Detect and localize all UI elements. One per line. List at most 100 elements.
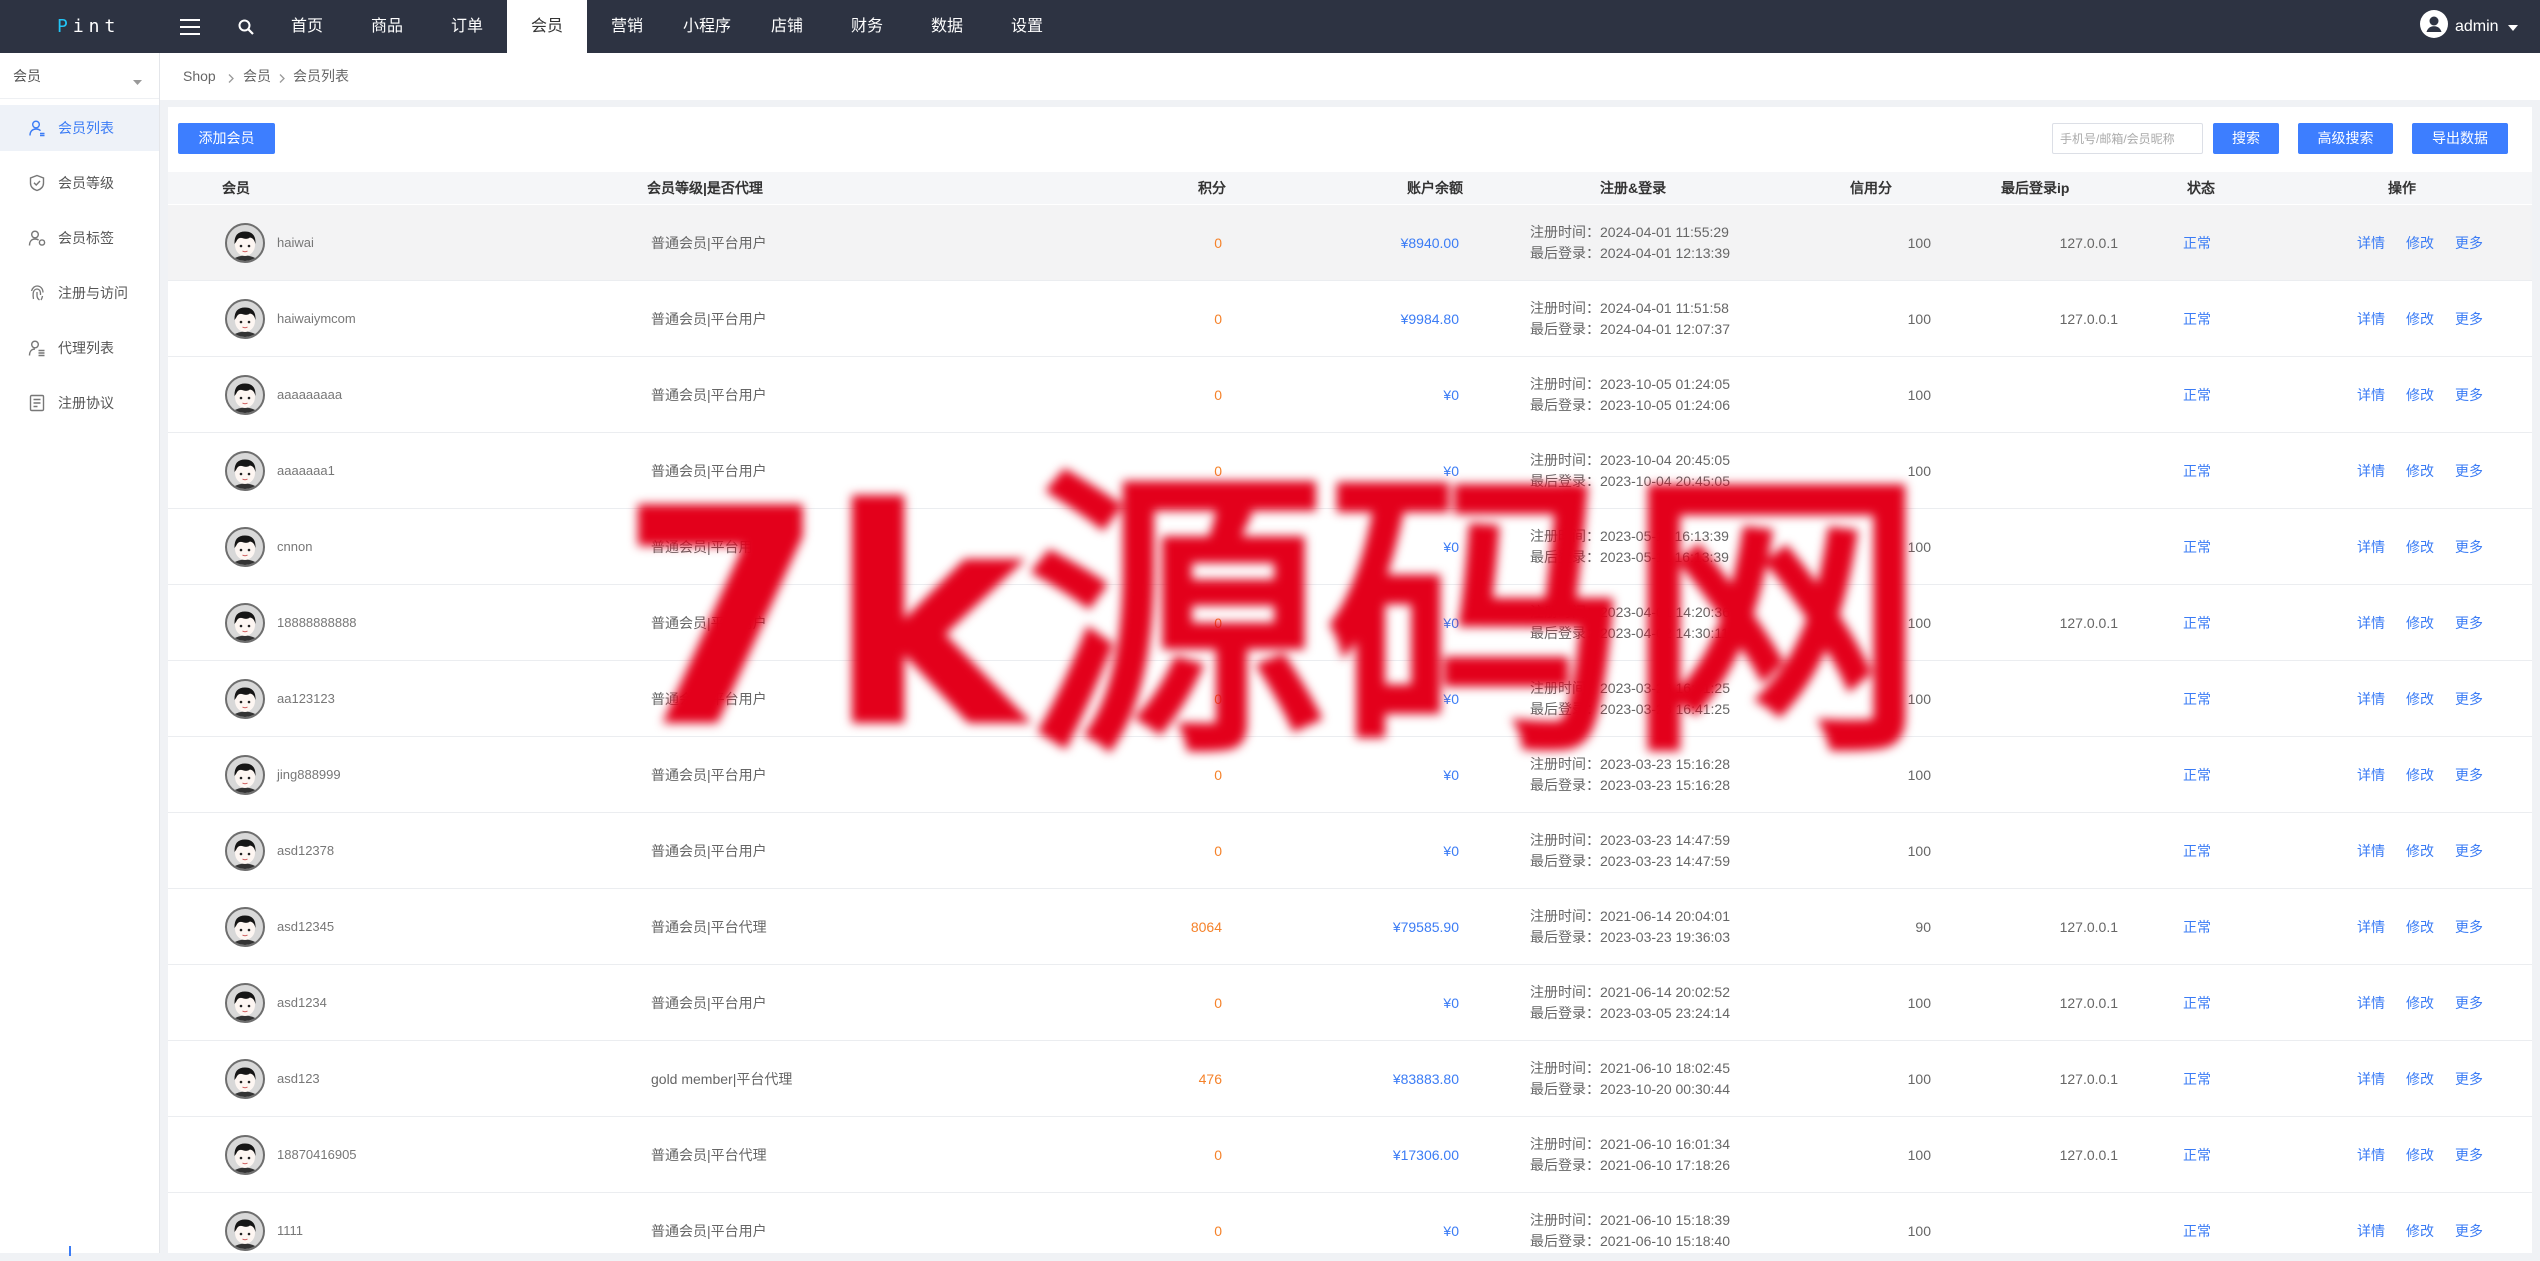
search-input[interactable]	[2052, 123, 2203, 154]
more-link[interactable]: 更多	[2455, 233, 2483, 253]
status-badge[interactable]: 正常	[2183, 1069, 2211, 1089]
member-username[interactable]: asd12378	[277, 841, 334, 861]
more-link[interactable]: 更多	[2455, 993, 2483, 1013]
nav-item-store[interactable]: 店铺	[747, 0, 827, 53]
detail-link[interactable]: 详情	[2357, 309, 2385, 329]
detail-link[interactable]: 详情	[2357, 385, 2385, 405]
edit-link[interactable]: 修改	[2406, 917, 2434, 937]
status-badge[interactable]: 正常	[2183, 993, 2211, 1013]
status-badge[interactable]: 正常	[2183, 689, 2211, 709]
member-username[interactable]: asd123	[277, 1069, 320, 1089]
status-badge[interactable]: 正常	[2183, 613, 2211, 633]
user-menu[interactable]: admin	[2420, 0, 2518, 53]
nav-item-orders[interactable]: 订单	[427, 0, 507, 53]
nav-item-miniprogram[interactable]: 小程序	[667, 0, 747, 53]
edit-link[interactable]: 修改	[2406, 1221, 2434, 1241]
detail-link[interactable]: 详情	[2357, 1145, 2385, 1165]
member-username[interactable]: 1111	[277, 1221, 303, 1241]
status-badge[interactable]: 正常	[2183, 1145, 2211, 1165]
edit-link[interactable]: 修改	[2406, 233, 2434, 253]
more-link[interactable]: 更多	[2455, 1145, 2483, 1165]
menu-icon[interactable]	[180, 0, 200, 53]
edit-link[interactable]: 修改	[2406, 1069, 2434, 1089]
sidebar-item-register-visit[interactable]: 注册与访问	[0, 270, 159, 316]
logo[interactable]: Pint	[57, 0, 120, 53]
edit-link[interactable]: 修改	[2406, 765, 2434, 785]
member-username[interactable]: cnnon	[277, 537, 312, 557]
status-badge[interactable]: 正常	[2183, 309, 2211, 329]
detail-link[interactable]: 详情	[2357, 537, 2385, 557]
detail-link[interactable]: 详情	[2357, 765, 2385, 785]
detail-link[interactable]: 详情	[2357, 993, 2385, 1013]
member-username[interactable]: aaaaaaa1	[277, 461, 335, 481]
edit-link[interactable]: 修改	[2406, 537, 2434, 557]
edit-link[interactable]: 修改	[2406, 613, 2434, 633]
more-link[interactable]: 更多	[2455, 537, 2483, 557]
member-username[interactable]: aa123123	[277, 689, 335, 709]
search-icon[interactable]	[238, 0, 254, 53]
more-link[interactable]: 更多	[2455, 1069, 2483, 1089]
breadcrumb-shop[interactable]: Shop	[183, 53, 216, 100]
last-login-time: 最后登录：2023-03-23 19:36:03	[1530, 929, 1730, 945]
detail-link[interactable]: 详情	[2357, 1069, 2385, 1089]
more-link[interactable]: 更多	[2455, 765, 2483, 785]
add-member-button[interactable]: 添加会员	[178, 123, 275, 154]
status-badge[interactable]: 正常	[2183, 537, 2211, 557]
detail-link[interactable]: 详情	[2357, 841, 2385, 861]
detail-link[interactable]: 详情	[2357, 613, 2385, 633]
status-badge[interactable]: 正常	[2183, 841, 2211, 861]
nav-item-data[interactable]: 数据	[907, 0, 987, 53]
status-badge[interactable]: 正常	[2183, 233, 2211, 253]
edit-link[interactable]: 修改	[2406, 1145, 2434, 1165]
breadcrumb-members[interactable]: 会员	[243, 53, 271, 100]
sidebar-item-member-tags[interactable]: 会员标签	[0, 215, 159, 261]
sidebar-item-agent-list[interactable]: 代理列表	[0, 325, 159, 371]
detail-link[interactable]: 详情	[2357, 461, 2385, 481]
status-badge[interactable]: 正常	[2183, 1221, 2211, 1241]
sidebar-section-selector[interactable]: 会员	[0, 53, 159, 99]
member-username[interactable]: asd1234	[277, 993, 327, 1013]
edit-link[interactable]: 修改	[2406, 841, 2434, 861]
member-username[interactable]: 18888888888	[277, 613, 357, 633]
more-link[interactable]: 更多	[2455, 613, 2483, 633]
member-username[interactable]: haiwai	[277, 233, 314, 253]
more-link[interactable]: 更多	[2455, 841, 2483, 861]
more-link[interactable]: 更多	[2455, 1221, 2483, 1241]
more-link[interactable]: 更多	[2455, 461, 2483, 481]
nav-item-goods[interactable]: 商品	[347, 0, 427, 53]
nav-item-marketing[interactable]: 营销	[587, 0, 667, 53]
export-data-button[interactable]: 导出数据	[2412, 123, 2508, 154]
member-username[interactable]: 18870416905	[277, 1145, 357, 1165]
member-username[interactable]: jing888999	[277, 765, 341, 785]
member-username[interactable]: aaaaaaaaa	[277, 385, 342, 405]
detail-link[interactable]: 详情	[2357, 689, 2385, 709]
nav-item-finance[interactable]: 财务	[827, 0, 907, 53]
edit-link[interactable]: 修改	[2406, 689, 2434, 709]
more-link[interactable]: 更多	[2455, 385, 2483, 405]
detail-link[interactable]: 详情	[2357, 1221, 2385, 1241]
nav-item-members[interactable]: 会员	[507, 0, 587, 53]
more-link[interactable]: 更多	[2455, 309, 2483, 329]
edit-link[interactable]: 修改	[2406, 993, 2434, 1013]
status-badge[interactable]: 正常	[2183, 765, 2211, 785]
status-badge[interactable]: 正常	[2183, 917, 2211, 937]
detail-link[interactable]: 详情	[2357, 233, 2385, 253]
sidebar-item-member-level[interactable]: 会员等级	[0, 160, 159, 206]
member-username[interactable]: asd12345	[277, 917, 334, 937]
edit-link[interactable]: 修改	[2406, 461, 2434, 481]
sidebar-item-register-agreement[interactable]: 注册协议	[0, 380, 159, 426]
detail-link[interactable]: 详情	[2357, 917, 2385, 937]
advanced-search-button[interactable]: 高级搜索	[2298, 123, 2393, 154]
nav-item-settings[interactable]: 设置	[987, 0, 1067, 53]
collapse-icon[interactable]	[63, 1243, 77, 1261]
nav-item-home[interactable]: 首页	[267, 0, 347, 53]
more-link[interactable]: 更多	[2455, 917, 2483, 937]
member-username[interactable]: haiwaiymcom	[277, 309, 356, 329]
edit-link[interactable]: 修改	[2406, 309, 2434, 329]
search-button[interactable]: 搜索	[2213, 123, 2279, 154]
status-badge[interactable]: 正常	[2183, 461, 2211, 481]
sidebar-item-member-list[interactable]: 会员列表	[0, 105, 159, 151]
more-link[interactable]: 更多	[2455, 689, 2483, 709]
edit-link[interactable]: 修改	[2406, 385, 2434, 405]
status-badge[interactable]: 正常	[2183, 385, 2211, 405]
